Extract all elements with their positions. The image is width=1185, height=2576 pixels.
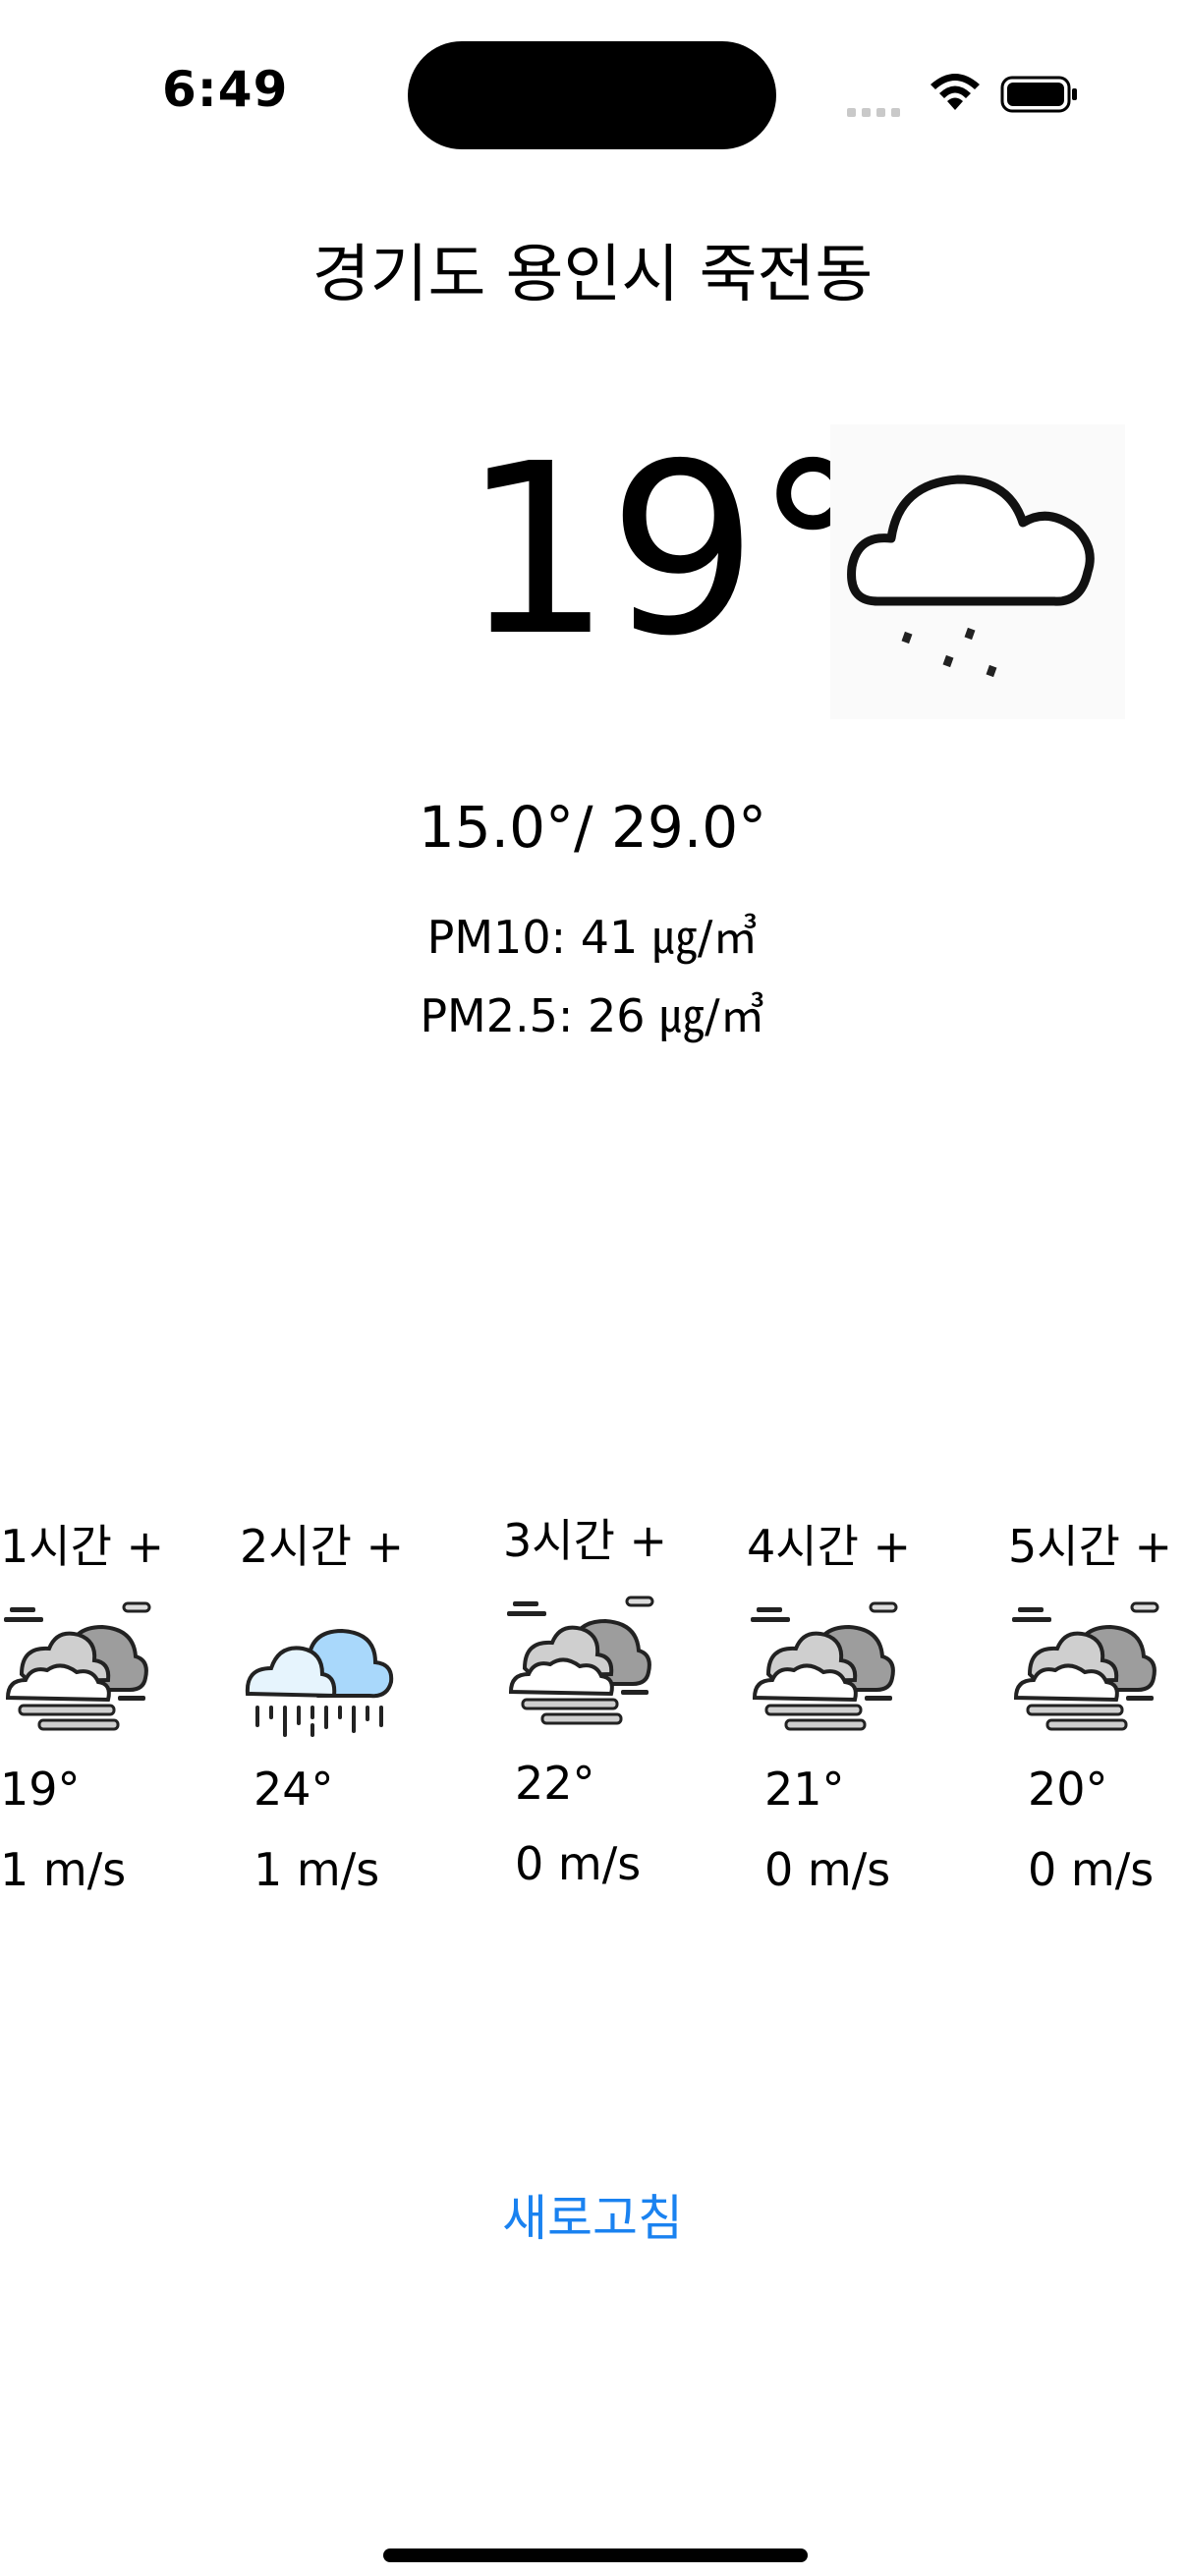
location-title: 경기도 용인시 죽전동 (311, 239, 874, 311)
hourly-item: 5시간 + 20° 0 m/s (1008, 1511, 1185, 1896)
fog-cloud-icon (1012, 1601, 1159, 1731)
hourly-label: 1시간 + (0, 1520, 165, 1573)
refresh-button[interactable]: 새로고침 (0, 2179, 1185, 2250)
current-temperature: 19° (462, 413, 872, 688)
cellular-signal-icon (847, 102, 906, 121)
hourly-item: 3시간 + 22° 0 m/s (503, 1505, 700, 1890)
min-max-temperature: 15.0°/ 29.0° (418, 794, 767, 861)
fog-cloud-icon (4, 1601, 151, 1731)
battery-icon (1000, 76, 1077, 113)
fog-cloud-icon (507, 1596, 654, 1725)
hourly-label: 5시간 + (1008, 1520, 1173, 1573)
status-time: 6:49 (162, 61, 289, 118)
hourly-wind: 1 m/s (0, 1843, 127, 1896)
hourly-temperature: 20° (1028, 1763, 1108, 1816)
rain-cloud-icon (245, 1628, 394, 1737)
hourly-label: 2시간 + (240, 1520, 405, 1573)
hourly-wind: 0 m/s (515, 1837, 642, 1890)
hourly-temperature: 21° (764, 1763, 845, 1816)
hourly-label: 3시간 + (503, 1514, 668, 1567)
hourly-wind: 1 m/s (254, 1843, 380, 1896)
fog-cloud-icon (751, 1601, 898, 1731)
pm10-value: PM10: 41 ㎍/㎥ (426, 911, 759, 964)
cloud-drizzle-icon (830, 424, 1125, 719)
hourly-temperature: 24° (254, 1763, 334, 1816)
hourly-label: 4시간 + (747, 1520, 912, 1573)
hourly-item: 1시간 + 19° 1 m/s (0, 1511, 197, 1896)
dynamic-island (408, 41, 776, 149)
hourly-temperature: 22° (515, 1757, 595, 1810)
hourly-wind: 0 m/s (1028, 1843, 1155, 1896)
pm25-value: PM2.5: 26 ㎍/㎥ (420, 989, 765, 1042)
hourly-item: 2시간 + 24° 1 m/s (240, 1511, 436, 1896)
hourly-wind: 0 m/s (764, 1843, 891, 1896)
hourly-temperature: 19° (0, 1763, 81, 1816)
hourly-item: 4시간 + 21° 0 m/s (747, 1511, 943, 1896)
home-indicator[interactable] (383, 2548, 808, 2562)
wifi-icon (931, 74, 980, 110)
